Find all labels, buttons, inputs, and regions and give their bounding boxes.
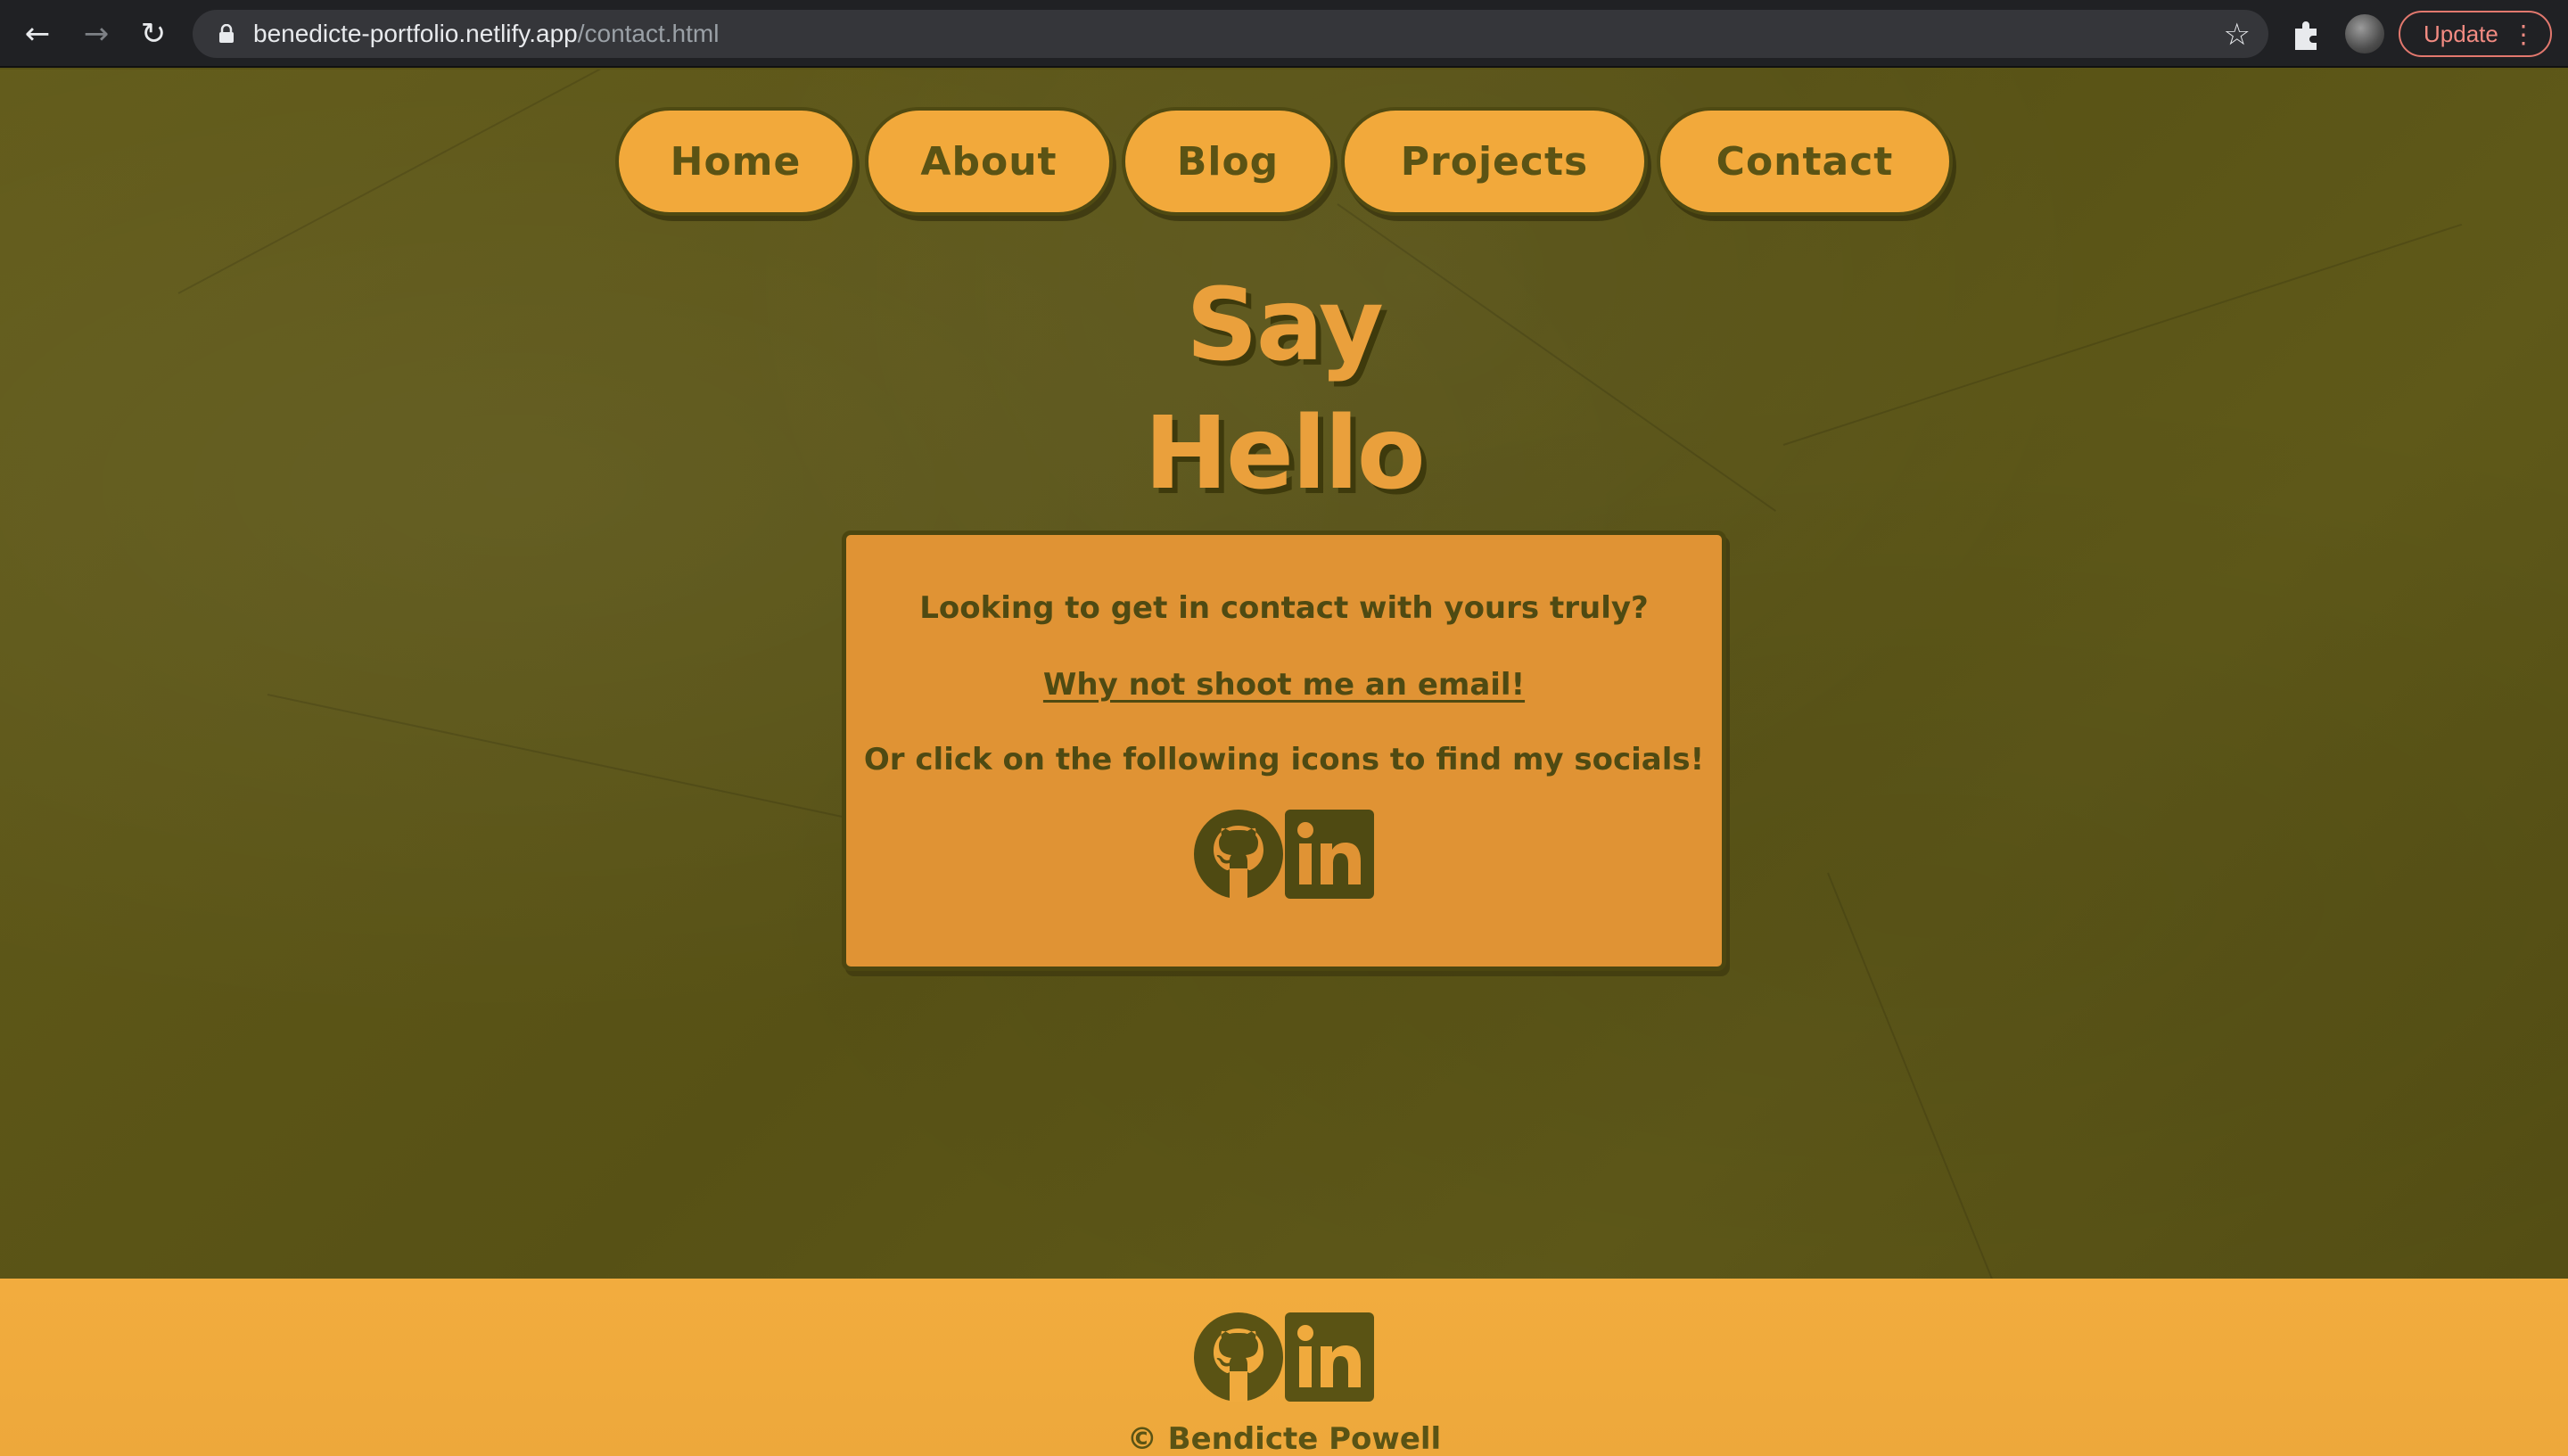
extensions-puzzle-icon[interactable] [2288, 16, 2324, 52]
social-icons [846, 810, 1722, 899]
nav-home[interactable]: Home [615, 107, 856, 216]
update-button[interactable]: Update ⋮ [2399, 11, 2552, 57]
reload-icon[interactable]: ↻ [134, 14, 173, 53]
github-icon[interactable] [1194, 810, 1283, 899]
browser-toolbar: ← → ↻ benedicte-portfolio.netlify.app/co… [0, 0, 2568, 68]
url-text: benedicte-portfolio.netlify.app/contact.… [253, 19, 719, 49]
nav-blog[interactable]: Blog [1122, 107, 1334, 216]
forward-arrow-icon[interactable]: → [77, 14, 116, 53]
address-bar[interactable]: benedicte-portfolio.netlify.app/contact.… [193, 10, 2268, 58]
copyright-text: © Bendicte Powell [1126, 1421, 1442, 1456]
contact-card: Looking to get in contact with yours tru… [842, 531, 1726, 971]
nav-about[interactable]: About [865, 107, 1113, 216]
email-link[interactable]: Why not shoot me an email! [846, 667, 1722, 703]
nav-projects[interactable]: Projects [1341, 107, 1648, 216]
back-arrow-icon[interactable]: ← [18, 14, 57, 53]
profile-avatar[interactable] [2345, 14, 2384, 53]
more-menu-icon[interactable]: ⋮ [2511, 20, 2536, 49]
page-body: Home About Blog Projects Contact Say Hel… [0, 70, 2568, 1456]
bookmark-star-icon[interactable]: ☆ [2224, 17, 2251, 53]
socials-text: Or click on the following icons to find … [863, 742, 1705, 777]
footer-social-icons [0, 1312, 2568, 1402]
nav-contact[interactable]: Contact [1657, 107, 1953, 216]
linkedin-icon[interactable] [1285, 1312, 1374, 1402]
linkedin-icon[interactable] [1285, 810, 1374, 899]
contact-question: Looking to get in contact with yours tru… [919, 590, 1649, 626]
update-label: Update [2424, 20, 2498, 47]
github-icon[interactable] [1194, 1312, 1283, 1402]
footer: © Bendicte Powell [0, 1279, 2568, 1456]
url-host: benedicte-portfolio.netlify.app [253, 20, 578, 47]
heading-hello: Hello [1144, 396, 1425, 512]
main-nav: Home About Blog Projects Contact [0, 107, 2568, 219]
heading-say: Say [1186, 267, 1384, 383]
url-path: /contact.html [577, 20, 720, 47]
lock-icon [219, 24, 234, 43]
